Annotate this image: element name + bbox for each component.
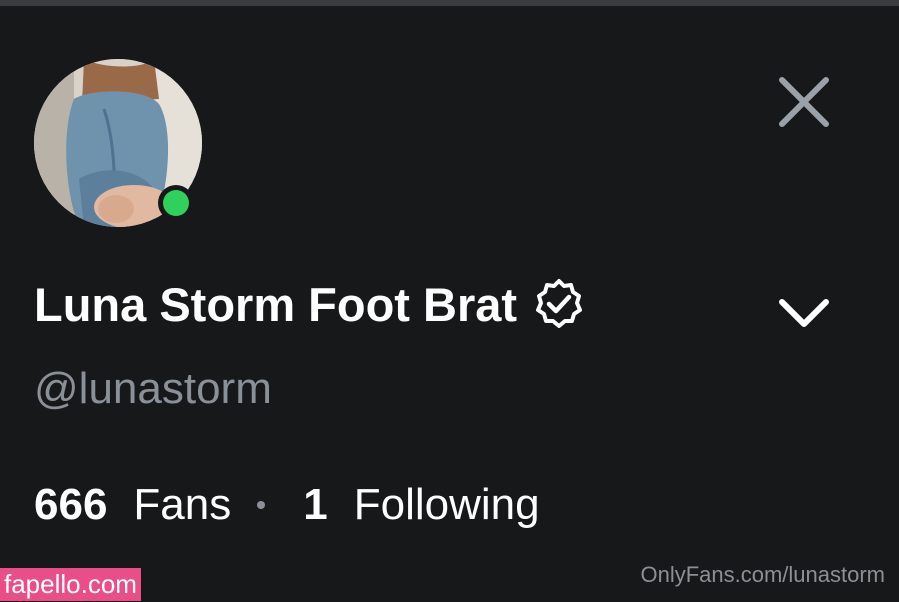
chevron-down-icon xyxy=(779,299,829,327)
avatar-container[interactable] xyxy=(34,59,202,227)
fans-count: 666 xyxy=(34,480,108,529)
watermark-url: OnlyFans.com/lunastorm xyxy=(640,562,885,587)
profile-stats: 666 Fans 1 Following xyxy=(34,480,540,530)
close-icon xyxy=(779,77,829,127)
stats-separator xyxy=(257,501,266,509)
top-divider xyxy=(0,0,899,6)
username-handle[interactable]: @lunastorm xyxy=(34,364,272,414)
fans-label[interactable]: Fans xyxy=(133,480,231,530)
expand-profile-button[interactable] xyxy=(768,282,840,342)
watermark-badge: fapello.com xyxy=(0,568,141,601)
following-count: 1 xyxy=(303,480,328,529)
close-button[interactable] xyxy=(770,68,838,136)
display-name: Luna Storm Foot Brat xyxy=(34,277,518,331)
following-label[interactable]: Following xyxy=(354,480,540,530)
profile-card: Luna Storm Foot Brat @lunastorm 666 Fans… xyxy=(0,0,899,602)
profile-name-row: Luna Storm Foot Brat xyxy=(34,274,585,334)
verified-badge-icon xyxy=(536,279,583,328)
online-status-indicator xyxy=(158,185,194,221)
